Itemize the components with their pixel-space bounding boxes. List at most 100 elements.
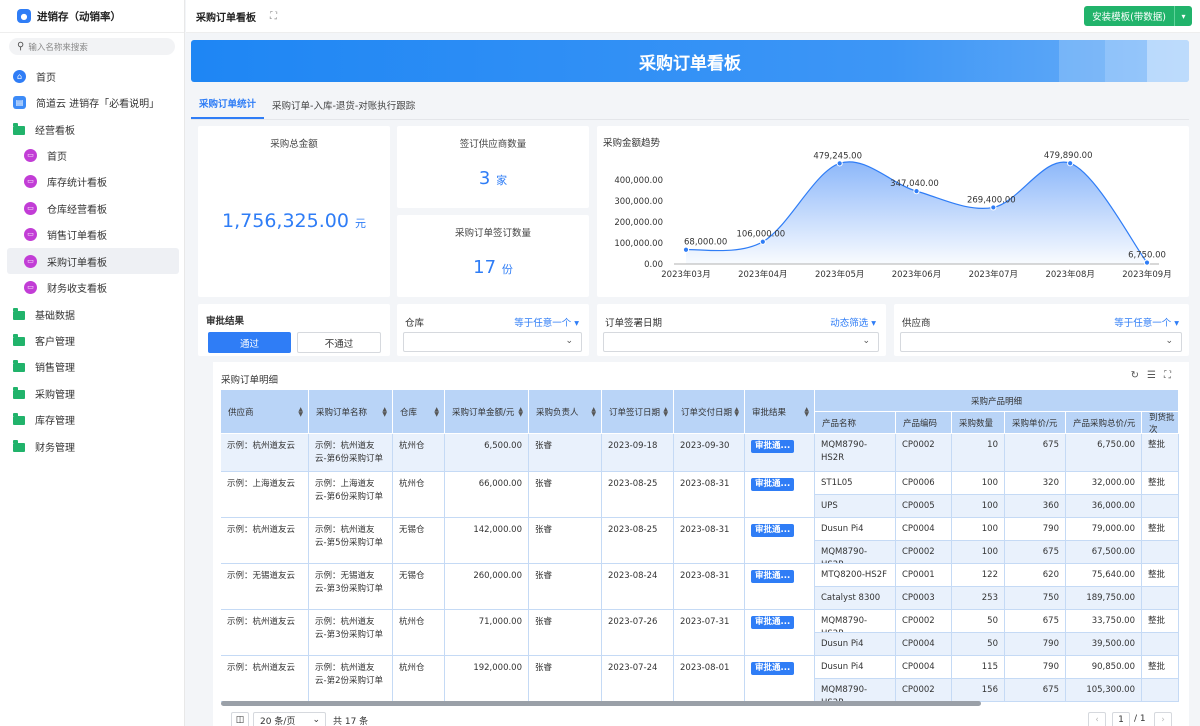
fail-button[interactable]: 不通过 [297, 332, 381, 353]
table-cell: 无锡仓 [393, 564, 445, 610]
sort-icon[interactable]: ▲ ▼ [382, 406, 387, 417]
sidebar-item[interactable]: 采购管理 [0, 380, 178, 406]
expand-icon[interactable]: ⛶ [270, 11, 277, 22]
sidebar-item[interactable]: ▭ 库存统计看板 [7, 168, 179, 194]
table-cell: CP0003 [896, 587, 952, 610]
data-label: 347,040.00 [890, 179, 939, 189]
table-cell: ST1L05 [815, 472, 896, 495]
sidebar-item[interactable]: 经营看板 [0, 116, 178, 142]
table-cell: 360 [1005, 495, 1066, 518]
sidebar-item[interactable]: ▭ 采购订单看板 [7, 248, 179, 274]
order-table: 供应商 ▲ ▼ 采购订单名称 ▲ ▼ 仓库 ▲ ▼ 采购订单金额/元 ▲ ▼ 采购负责人 ▲ ▼ 订… [221, 390, 1179, 706]
sort-icon[interactable]: ▲ ▼ [591, 406, 596, 417]
search-icon: ⚲ [17, 41, 25, 52]
sort-icon[interactable]: ▲ ▼ [298, 406, 303, 417]
table-cell: 100 [952, 495, 1005, 518]
sidebar-item[interactable]: ▭ 销售订单看板 [7, 221, 179, 247]
audit-status-badge[interactable]: 审批通... [751, 662, 795, 675]
table-cell: 50 [952, 633, 1005, 656]
table-cell: 122 [952, 564, 1005, 587]
sidebar-item[interactable]: 基础数据 [0, 301, 178, 327]
data-point [759, 238, 766, 245]
sidebar-item-label: 财务管理 [35, 442, 75, 454]
table-cell: CP0004 [896, 518, 952, 541]
warehouse-select[interactable]: ⌄ [403, 332, 582, 352]
table-cell: 790 [1005, 656, 1066, 679]
sort-icon[interactable]: ▲ ▼ [663, 406, 668, 417]
audit-status-badge[interactable]: 审批通... [751, 478, 795, 491]
sidebar-item-label: 首页 [36, 72, 56, 84]
series-area [686, 161, 1147, 264]
sidebar-item[interactable]: 库存管理 [0, 406, 178, 432]
sort-icon[interactable]: ▲ ▼ [434, 406, 439, 417]
header-label: 审批结果 [752, 407, 787, 418]
audit-status-badge[interactable]: 审批通... [751, 440, 795, 453]
sidebar-item[interactable]: ⌂ 首页 [0, 63, 178, 89]
page-size-select[interactable]: 20 条/页 ⌄ [253, 712, 326, 726]
table-cell [1142, 633, 1179, 656]
pass-button[interactable]: 通过 [208, 332, 291, 353]
tab-purchase-board[interactable]: 采购订单看板 ⛶ [186, 0, 287, 32]
filter-mode-dropdown[interactable]: 等于任意一个 ▾ [514, 315, 579, 329]
column-header[interactable]: 订单签订日期 ▲ ▼ [602, 390, 674, 434]
sort-icon[interactable]: ▲ ▼ [518, 406, 523, 417]
sidebar-item[interactable]: 财务管理 [0, 433, 178, 459]
horizontal-scrollbar[interactable] [221, 701, 981, 706]
column-header[interactable]: 订单交付日期 ▲ ▼ [674, 390, 745, 434]
table-cell: MQM8790-HS2R [815, 541, 896, 564]
sub-column-header: 采购数量 [952, 412, 1005, 434]
refresh-icon[interactable]: ↻ [1131, 370, 1147, 381]
table-cell: 张睿 [529, 434, 602, 472]
filter-supplier: 供应商 等于任意一个 ▾ ⌄ [894, 304, 1189, 356]
column-header[interactable]: 仓库 ▲ ▼ [393, 390, 445, 434]
table-cell: CP0004 [896, 633, 952, 656]
tab-execution-tracking[interactable]: 采购订单-入库-退货-对账执行跟踪 [264, 98, 423, 119]
filter-mode-dropdown[interactable]: 等于任意一个 ▾ [1114, 315, 1179, 329]
x-tick-label: 2023年08月 [1045, 269, 1094, 280]
tab-purchase-stats[interactable]: 采购订单统计 [191, 96, 265, 119]
columns-icon[interactable]: ◫ [231, 712, 249, 726]
page-total: / 1 [1134, 714, 1146, 724]
date-select[interactable]: ⌄ [603, 332, 879, 352]
next-page-button[interactable]: › [1154, 712, 1172, 726]
column-header[interactable]: 审批结果 ▲ ▼ [745, 390, 815, 434]
supplier-select[interactable]: ⌄ [900, 332, 1182, 352]
table-cell: 示例：杭州道友云-第2份采购订单 [309, 656, 393, 702]
search-input[interactable]: ⚲ 输入名称来搜索 [9, 38, 175, 55]
data-label: 269,400.00 [967, 195, 1016, 205]
install-template-button[interactable]: 安装模板(带数据) ▾ [1084, 6, 1192, 26]
table-cell: 189,750.00 [1066, 587, 1142, 610]
fullscreen-icon[interactable]: ⛶ [1164, 370, 1179, 381]
header-label: 仓库 [400, 407, 418, 418]
sort-icon[interactable]: ▲ ▼ [734, 406, 739, 417]
table-cell: 2023-07-31 [674, 610, 745, 656]
chevron-down-icon[interactable]: ▾ [1174, 6, 1192, 26]
sort-icon[interactable]: ▲ ▼ [804, 406, 809, 417]
kpi-supplier-count: 签订供应商数量 3 家 [397, 126, 589, 208]
sidebar-item[interactable]: ▭ 首页 [7, 142, 179, 168]
table-cell: 67,500.00 [1066, 541, 1142, 564]
table-cell [1142, 587, 1179, 610]
column-header[interactable]: 采购订单名称 ▲ ▼ [309, 390, 393, 434]
prev-page-button[interactable]: ‹ [1088, 712, 1106, 726]
sidebar-item[interactable]: ▤ 简道云 进销存「必看说明」 [0, 89, 178, 115]
sidebar-item[interactable]: 客户管理 [0, 327, 178, 353]
table-cell: 审批通... [745, 434, 815, 472]
column-header[interactable]: 采购订单金额/元 ▲ ▼ [445, 390, 529, 434]
table-cell: 90,850.00 [1066, 656, 1142, 679]
audit-status-badge[interactable]: 审批通... [751, 570, 795, 583]
table-cell: 100 [952, 472, 1005, 495]
column-header[interactable]: 供应商 ▲ ▼ [221, 390, 309, 434]
filter-icon[interactable]: ☰ [1147, 370, 1164, 381]
sidebar-item[interactable]: ▭ 财务收支看板 [7, 274, 179, 300]
audit-status-badge[interactable]: 审批通... [751, 524, 795, 537]
column-header[interactable]: 采购负责人 ▲ ▼ [529, 390, 602, 434]
table-cell: 675 [1005, 679, 1066, 702]
x-tick-label: 2023年09月 [1122, 269, 1171, 280]
audit-status-badge[interactable]: 审批通... [751, 616, 795, 629]
page-input[interactable]: 1 [1112, 712, 1130, 726]
filter-mode-dropdown[interactable]: 动态筛选 ▾ [830, 315, 876, 329]
sidebar-item[interactable]: ▭ 仓库经营看板 [7, 195, 179, 221]
table-cell: 675 [1005, 434, 1066, 472]
sidebar-item[interactable]: 销售管理 [0, 353, 178, 379]
